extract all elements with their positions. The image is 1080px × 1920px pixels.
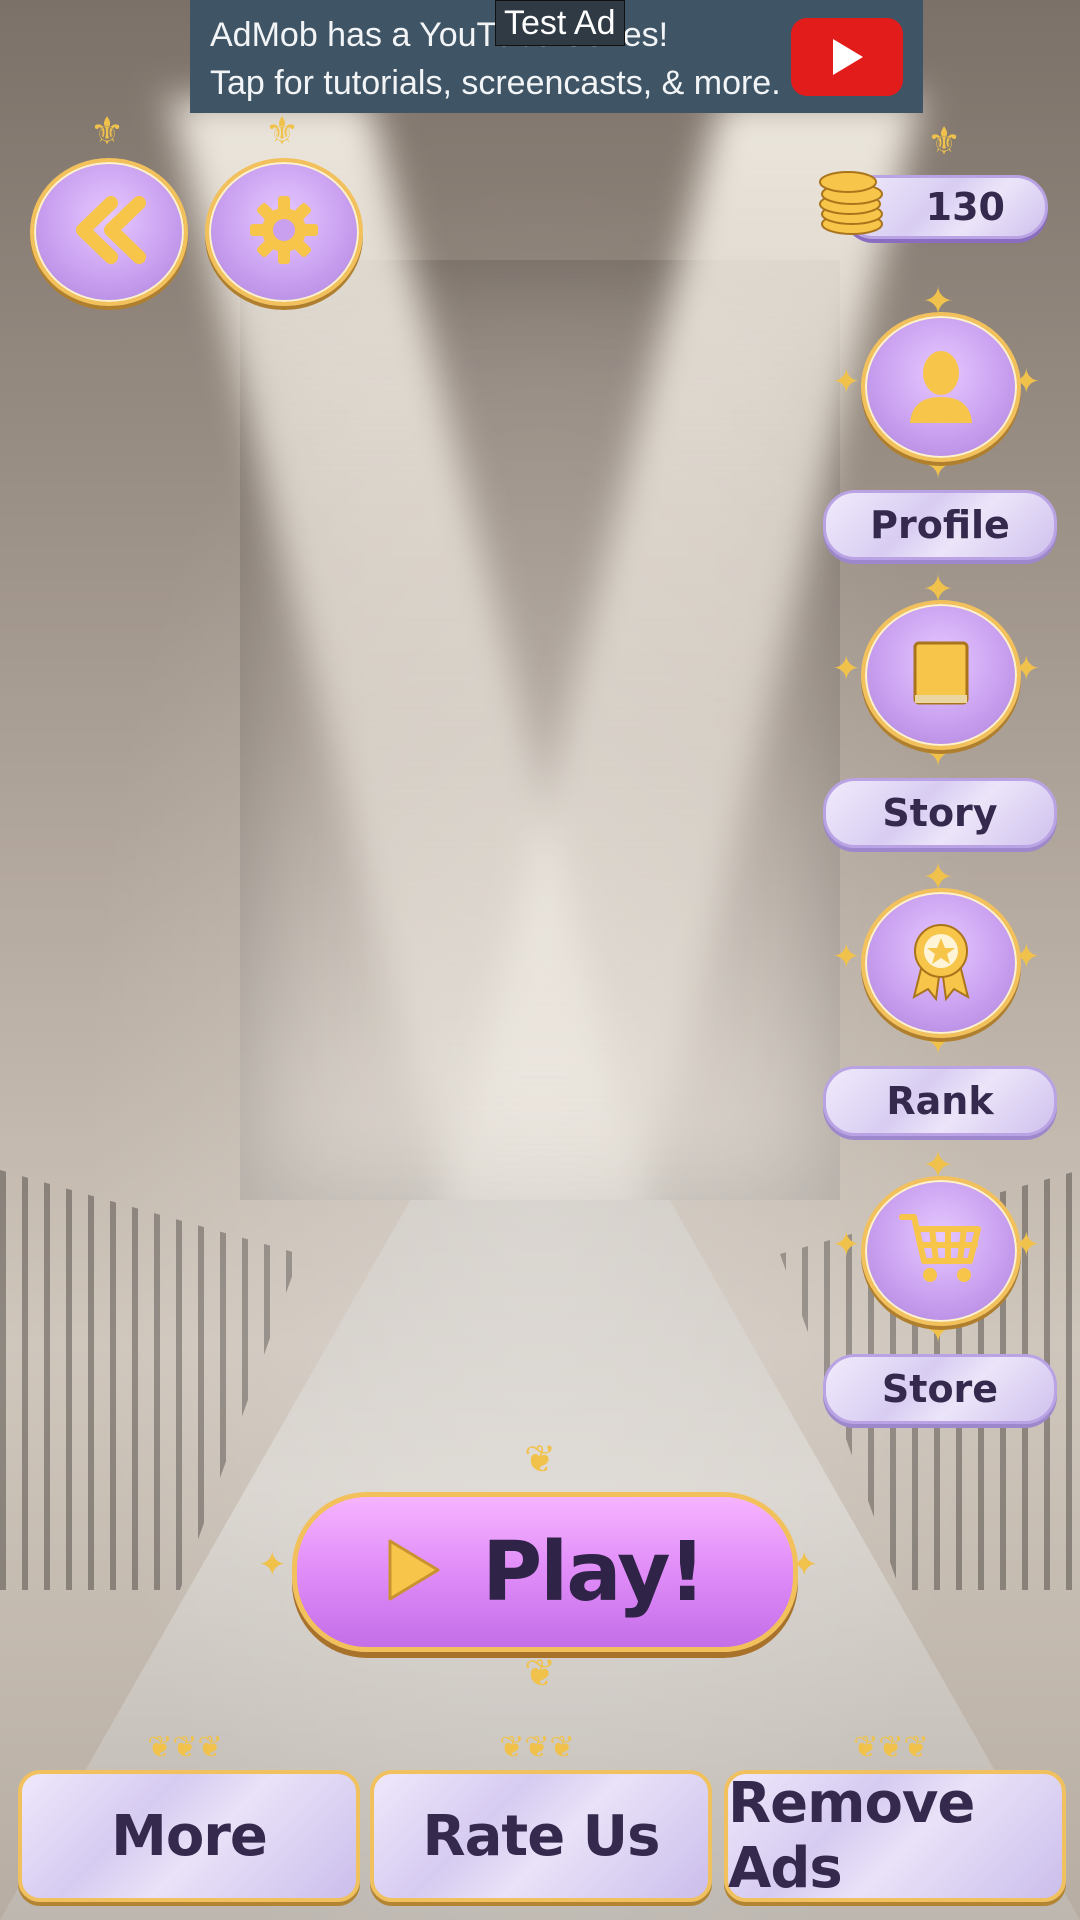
gear-icon bbox=[246, 192, 322, 273]
back-button[interactable] bbox=[30, 158, 188, 306]
ornament-icon: ✦ bbox=[832, 938, 861, 976]
remove-ads-button[interactable]: Remove Ads bbox=[724, 1770, 1066, 1902]
story-button[interactable] bbox=[861, 600, 1021, 750]
rank-label[interactable]: Rank bbox=[823, 1066, 1057, 1136]
coin-count: 130 bbox=[925, 185, 1005, 229]
rate-us-button[interactable]: Rate Us bbox=[370, 1770, 712, 1902]
person-icon bbox=[906, 345, 976, 430]
story-label[interactable]: Story bbox=[823, 778, 1057, 848]
profile-button[interactable] bbox=[861, 312, 1021, 462]
ornament-icon: ✦ bbox=[832, 1226, 861, 1264]
store-label[interactable]: Store bbox=[823, 1354, 1057, 1424]
ornament-icon: ❦❦❦ bbox=[853, 1731, 929, 1764]
profile-label[interactable]: Profile bbox=[823, 490, 1057, 560]
play-triangle-icon bbox=[386, 1537, 442, 1608]
ornament-icon: ❦ bbox=[524, 1439, 556, 1481]
ornament-icon: ❦ bbox=[524, 1653, 556, 1695]
ornament-icon: ⚜ bbox=[926, 121, 962, 163]
youtube-play-icon[interactable] bbox=[791, 18, 903, 96]
ornament-icon: ✦ bbox=[832, 650, 861, 688]
ornament-icon: ⚜ bbox=[89, 111, 125, 153]
more-button[interactable]: More bbox=[18, 1770, 360, 1902]
ornament-icon: ✦ bbox=[258, 1546, 287, 1584]
settings-button[interactable] bbox=[205, 158, 363, 306]
coin-stack-icon bbox=[812, 158, 892, 238]
ornament-icon: ✦ bbox=[832, 363, 861, 401]
ad-banner[interactable]: AdMob has a YouTube Series! Tap for tuto… bbox=[190, 0, 923, 113]
double-chevron-left-icon bbox=[69, 195, 149, 270]
ornament-icon: ❦❦❦ bbox=[499, 1731, 575, 1764]
ornament-icon: ⚜ bbox=[264, 111, 300, 153]
rank-button[interactable] bbox=[861, 888, 1021, 1038]
ad-line-2: Tap for tutorials, screencasts, & more. bbox=[210, 64, 781, 102]
award-ribbon-icon bbox=[906, 921, 976, 1006]
book-icon bbox=[909, 639, 973, 712]
test-ad-tag: Test Ad bbox=[495, 0, 625, 46]
store-button[interactable] bbox=[861, 1176, 1021, 1326]
play-label: Play! bbox=[482, 1524, 706, 1620]
shopping-cart-icon bbox=[898, 1209, 984, 1294]
ornament-icon: ❦❦❦ bbox=[147, 1731, 223, 1764]
play-button[interactable]: Play! bbox=[292, 1492, 798, 1652]
